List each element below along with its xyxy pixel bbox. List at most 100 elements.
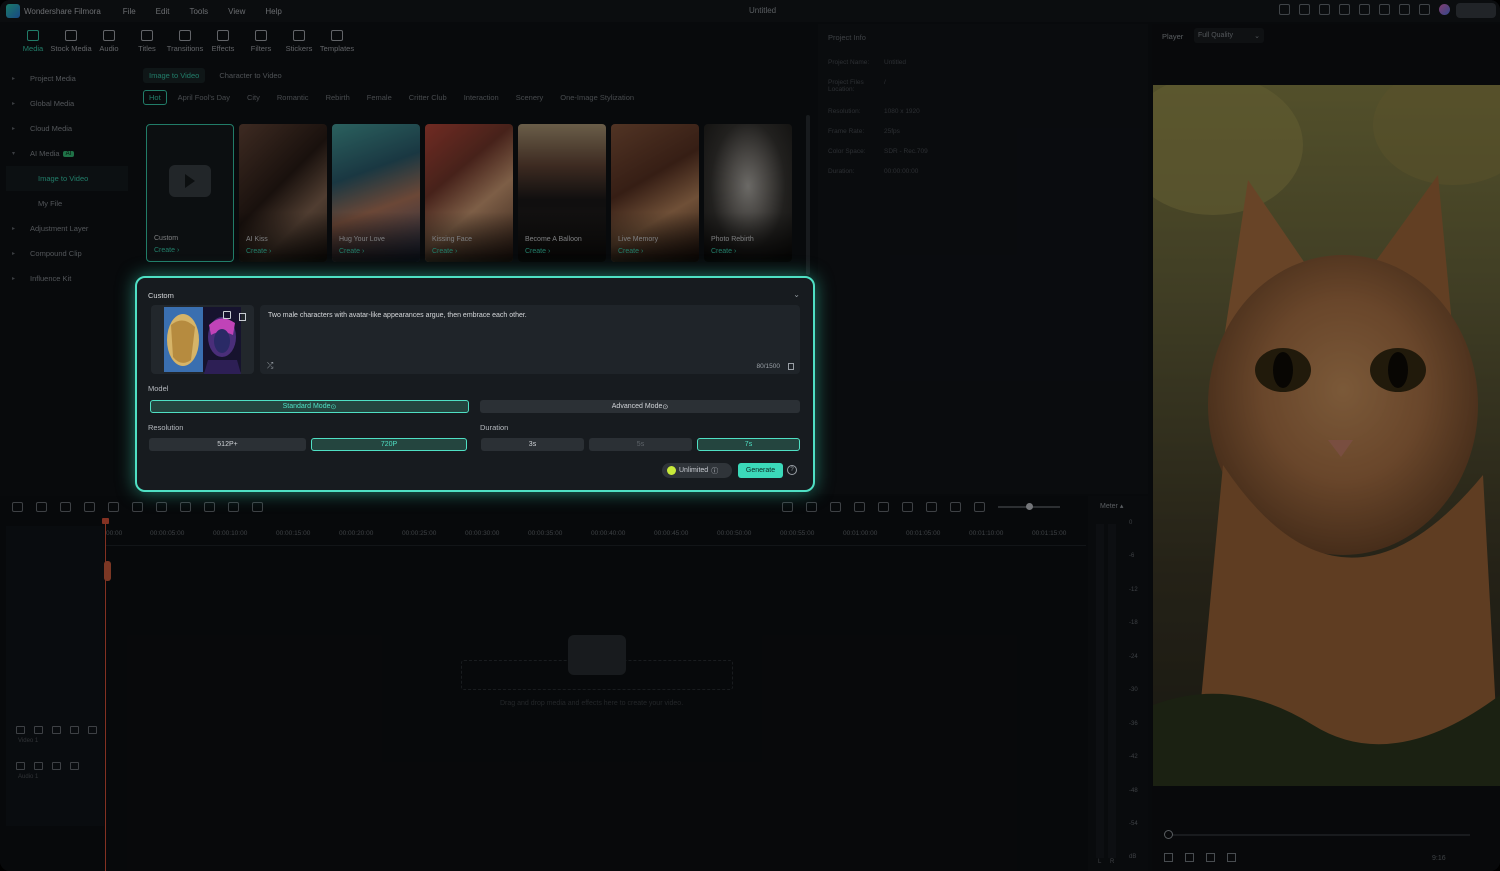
create-link[interactable]: Create › [618,248,643,255]
stop-icon[interactable] [1227,853,1236,862]
tool-stickers[interactable]: Stickers [280,30,318,53]
edit-icon[interactable] [223,311,231,319]
menu-edit[interactable]: Edit [156,7,170,16]
microphone-icon[interactable] [878,502,889,512]
snapshot-icon[interactable] [806,502,817,512]
playback-handle[interactable] [1164,830,1173,839]
template-card-become-a-balloon[interactable]: Become A Balloon Create › [518,124,606,262]
tool-templates[interactable]: Templates [318,30,356,53]
zoom-out-icon[interactable] [974,502,985,512]
save-icon[interactable] [1359,4,1370,15]
link-icon[interactable] [252,502,263,512]
cut-icon[interactable] [132,502,143,512]
playback-progress[interactable] [1167,834,1470,836]
sidebar-item-cloud-media[interactable]: ▸ Cloud Media [6,116,128,141]
sidebar-item-ai-media[interactable]: ▾ AI Media AI [6,141,128,166]
template-card-kissing-face[interactable]: Kissing Face Create › [425,124,513,262]
play-range-icon[interactable] [1185,853,1194,862]
category-rebirth[interactable]: Rebirth [320,90,356,105]
template-card-photo-rebirth[interactable]: Photo Rebirth Create › [704,124,792,262]
tool-filters[interactable]: Filters [242,30,280,53]
sidebar-item-global-media[interactable]: ▸ Global Media [6,91,128,116]
color-icon[interactable] [228,502,239,512]
folder-icon[interactable] [34,762,43,770]
render-icon[interactable] [782,502,793,512]
menu-file[interactable]: File [123,7,136,16]
duration-5s-button[interactable]: 5s [589,438,692,451]
menu-tools[interactable]: Tools [189,7,208,16]
standard-mode-button[interactable]: Standard Mode ⊙ [150,400,469,413]
resolution-720p-button[interactable]: 720P [311,438,467,451]
shuffle-icon[interactable]: ⤮ [267,361,273,371]
export-button[interactable] [1456,3,1496,18]
sidebar-item-my-file[interactable]: My File [6,191,128,216]
template-card-hug-your-love[interactable]: Hug Your Love Create › [332,124,420,262]
folder-icon[interactable] [34,726,43,734]
clear-icon[interactable] [788,363,794,370]
sidebar-item-adjustment-layer[interactable]: ▸ Adjustment Layer [6,216,128,241]
help-icon[interactable]: ? [787,465,797,475]
category-critter-club[interactable]: Critter Club [403,90,453,105]
delete-icon[interactable] [239,313,246,321]
duration-3s-button[interactable]: 3s [481,438,584,451]
category-one-image-stylization[interactable]: One-Image Stylization [554,90,640,105]
marker-icon[interactable] [854,502,865,512]
generate-button[interactable]: Generate [738,463,783,478]
timeline-ruler[interactable]: 00:00 00:00:05:00 00:00:10:00 00:00:15:0… [106,526,1086,546]
credits-badge[interactable]: Unlimited ⓘ [662,463,732,478]
mixer-icon[interactable] [902,502,913,512]
eye-icon[interactable] [70,726,79,734]
create-link[interactable]: Create › [525,248,550,255]
resolution-512p-button[interactable]: 512P+ [149,438,306,451]
template-card-ai-kiss[interactable]: AI Kiss Create › [239,124,327,262]
gift-icon[interactable] [1279,4,1290,15]
advanced-mode-button[interactable]: Advanced Mode ⊙ [480,400,800,413]
tool-audio[interactable]: Audio [90,30,128,53]
category-april-fools[interactable]: April Fool's Day [172,90,236,105]
speaker-icon[interactable] [52,762,61,770]
create-link[interactable]: Create › [711,248,736,255]
tool-media[interactable]: Media [14,30,52,53]
category-female[interactable]: Female [361,90,398,105]
category-scenery[interactable]: Scenery [510,90,550,105]
aspect-ratio[interactable]: 9:16 [1432,855,1446,862]
avatar-icon[interactable] [1439,4,1450,15]
ai-icon[interactable] [830,502,841,512]
category-interaction[interactable]: Interaction [458,90,505,105]
undo-icon[interactable] [60,502,71,512]
sidebar-item-compound-clip[interactable]: ▸ Compound Clip [6,241,128,266]
collapse-chevron-icon[interactable]: ⌄ [793,290,800,299]
cloud-icon[interactable] [1379,4,1390,15]
sidebar-item-image-to-video[interactable]: Image to Video [6,166,128,191]
send-icon[interactable] [1299,4,1310,15]
create-link[interactable]: Create › [154,247,179,254]
crop-icon[interactable] [180,502,191,512]
create-link[interactable]: Create › [339,248,364,255]
media-scrollbar[interactable] [806,115,810,275]
duration-7s-button[interactable]: 7s [697,438,800,451]
tab-character-to-video[interactable]: Character to Video [213,68,287,83]
play-icon[interactable] [1206,853,1215,862]
category-hot[interactable]: Hot [143,90,167,105]
speed-icon[interactable] [204,502,215,512]
category-romantic[interactable]: Romantic [271,90,315,105]
tool-transitions[interactable]: Transitions [166,30,204,53]
layout-icon[interactable] [1339,4,1350,15]
source-image[interactable] [151,305,254,374]
playhead-marker[interactable] [104,561,111,581]
tool-stock-media[interactable]: Stock Media [50,30,92,53]
speaker-icon[interactable] [52,726,61,734]
layout-icon[interactable] [12,502,23,512]
prompt-input[interactable]: Two male characters with avatar-like app… [260,305,800,374]
template-card-live-memory[interactable]: Live Memory Create › [611,124,699,262]
previous-frame-icon[interactable] [1164,853,1173,862]
tab-image-to-video[interactable]: Image to Video [143,68,206,83]
subtitle-icon[interactable] [950,502,961,512]
lock-icon[interactable] [70,762,79,770]
redo-icon[interactable] [84,502,95,512]
pip-icon[interactable] [926,502,937,512]
category-city[interactable]: City [241,90,266,105]
quality-select[interactable]: Full Quality ⌄ [1194,28,1264,43]
prompt-text[interactable]: Two male characters with avatar-like app… [268,312,527,319]
text-icon[interactable] [156,502,167,512]
